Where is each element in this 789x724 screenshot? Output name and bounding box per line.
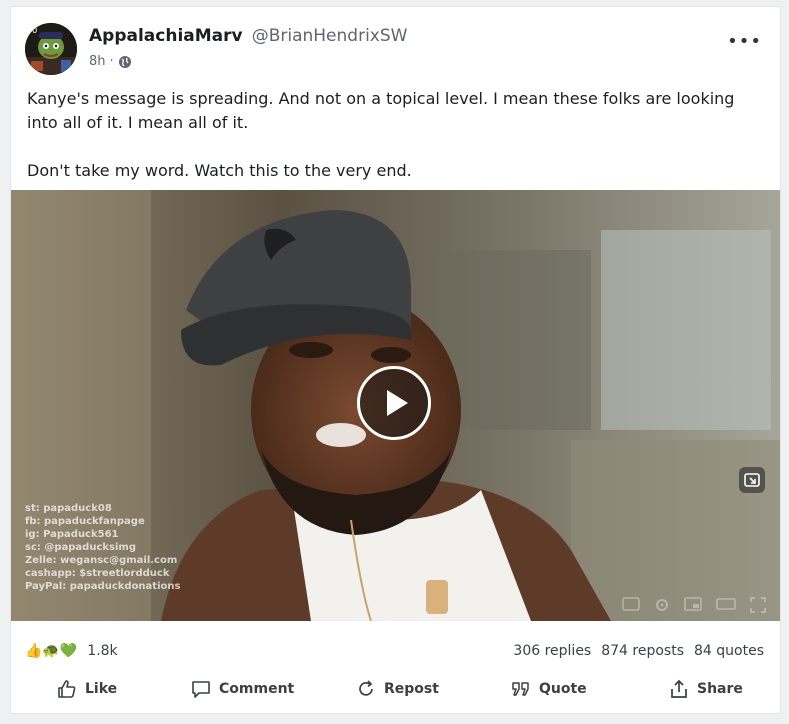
repost-icon xyxy=(359,680,373,696)
theater-icon[interactable] xyxy=(716,597,736,611)
watermark-line: fb: papaduckfanpage xyxy=(25,516,145,527)
globe-icon xyxy=(118,55,131,68)
post-header: 00 AppalachiaMarv @BrianHendrixSW 8h · •… xyxy=(25,23,766,75)
captions-icon[interactable] xyxy=(622,597,640,611)
post-paragraph: Don't take my word. Watch this to the ve… xyxy=(27,161,412,180)
reaction-emojis: 👍🐢💚 xyxy=(25,643,78,659)
share-icon xyxy=(671,679,687,698)
svg-text:00: 00 xyxy=(27,26,37,35)
like-label: Like xyxy=(85,681,118,697)
watermark-line: cashapp: $streetlordduck xyxy=(25,568,170,579)
comment-icon xyxy=(192,681,210,698)
comment-label: Comment xyxy=(219,681,295,697)
quote-label: Quote xyxy=(539,681,587,697)
engagement-counts: 306 replies 874 reposts 84 quotes xyxy=(513,643,764,659)
repost-button[interactable]: Repost xyxy=(356,670,439,708)
quote-icon xyxy=(512,682,529,696)
thumbs-up-icon xyxy=(58,680,76,698)
post-time[interactable]: 8h xyxy=(89,54,106,69)
reactions-summary[interactable]: 👍🐢💚 1.8k xyxy=(25,643,118,659)
replies-count[interactable]: 306 replies xyxy=(513,643,591,659)
quotes-count[interactable]: 84 quotes xyxy=(694,643,764,659)
picture-in-picture-button[interactable] xyxy=(738,466,766,498)
play-button[interactable] xyxy=(357,366,431,440)
post-meta: 8h · xyxy=(89,54,132,69)
play-icon xyxy=(387,390,408,416)
comment-button[interactable]: Comment xyxy=(191,670,294,708)
author-handle[interactable]: @BrianHendrixSW xyxy=(252,26,408,46)
settings-icon[interactable] xyxy=(654,597,670,613)
author-names: AppalachiaMarv @BrianHendrixSW xyxy=(89,26,407,46)
meta-separator: · xyxy=(109,54,114,69)
post-text: Kanye's message is spreading. And not on… xyxy=(27,87,764,183)
quote-button[interactable]: Quote xyxy=(511,670,587,708)
watermark-line: sc: @papaducksimg xyxy=(25,542,136,553)
repost-label: Repost xyxy=(384,681,439,697)
watermark-line: PayPal: papaduckdonations xyxy=(25,581,181,592)
share-button[interactable]: Share xyxy=(669,670,743,708)
action-bar: Like Comment Repost Quote Share xyxy=(11,670,780,708)
miniplayer-icon[interactable] xyxy=(684,597,702,611)
video-controls xyxy=(622,597,766,613)
like-button[interactable]: Like xyxy=(57,670,117,708)
author-display-name[interactable]: AppalachiaMarv xyxy=(89,26,243,46)
video-player[interactable]: st: papaduck08 fb: papaduckfanpage ig: P… xyxy=(11,190,780,621)
avatar[interactable]: 00 xyxy=(25,23,77,75)
post-paragraph: Kanye's message is spreading. And not on… xyxy=(27,89,735,132)
watermark-line: st: papaduck08 xyxy=(25,503,112,514)
post-stats: 👍🐢💚 1.8k 306 replies 874 reposts 84 quot… xyxy=(25,643,766,665)
reposts-count[interactable]: 874 reposts xyxy=(601,643,684,659)
share-label: Share xyxy=(697,681,743,697)
video-watermark: st: papaduck08 fb: papaduckfanpage ig: P… xyxy=(25,502,180,593)
fullscreen-icon[interactable] xyxy=(750,597,766,613)
more-options-button[interactable]: ••• xyxy=(727,31,762,52)
watermark-line: Zelle: wegansc@gmail.com xyxy=(25,555,178,566)
pip-icon xyxy=(739,467,765,493)
reaction-count: 1.8k xyxy=(87,643,118,659)
post-card: 00 AppalachiaMarv @BrianHendrixSW 8h · •… xyxy=(10,6,781,714)
watermark-line: ig: Papaduck561 xyxy=(25,529,119,540)
